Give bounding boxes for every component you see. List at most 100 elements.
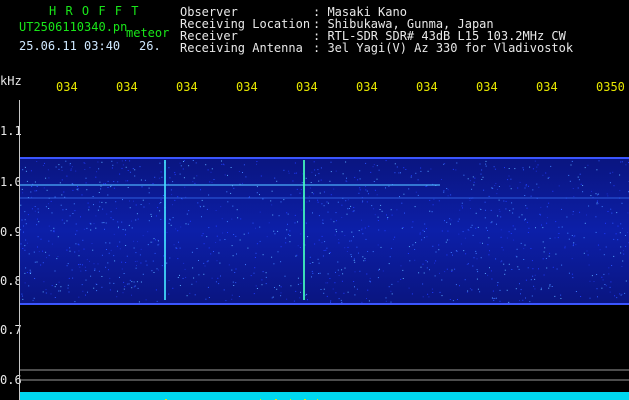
noise-speckle [140,204,142,205]
noise-speckle [192,267,194,269]
noise-speckle [423,231,425,232]
noise-speckle [549,285,551,287]
noise-speckle [89,260,90,262]
noise-speckle [414,249,416,250]
noise-speckle [96,290,98,292]
noise-speckle [429,199,431,201]
noise-speckle [210,171,212,173]
noise-speckle [185,277,187,278]
noise-speckle [327,282,329,284]
noise-speckle [72,213,74,214]
noise-speckle [186,213,188,215]
noise-speckle [280,295,282,297]
noise-speckle [475,250,477,252]
noise-speckle [443,163,445,165]
noise-speckle [625,164,627,166]
noise-speckle [597,244,599,246]
noise-speckle [365,189,367,191]
noise-speckle [69,215,71,217]
noise-speckle [87,202,89,204]
noise-speckle [21,188,23,190]
noise-speckle [439,291,441,293]
noise-speckle [294,222,296,224]
noise-speckle [490,209,492,211]
noise-speckle [361,201,363,203]
noise-speckle [191,283,193,285]
noise-speckle [105,242,107,244]
noise-speckle [226,221,228,223]
noise-speckle [218,283,220,285]
noise-speckle [317,169,319,171]
noise-speckle [20,204,22,206]
noise-speckle [160,219,162,220]
noise-speckle [67,287,69,289]
noise-speckle [409,260,411,262]
noise-speckle [504,269,506,271]
noise-speckle [405,169,407,170]
noise-speckle [598,160,600,162]
noise-speckle [254,257,256,258]
noise-speckle [621,266,623,267]
noise-speckle [566,216,568,218]
noise-speckle [44,162,45,164]
noise-speckle [23,225,24,227]
noise-speckle [54,286,56,288]
noise-speckle [482,176,484,178]
noise-speckle [40,238,42,240]
noise-speckle [373,181,375,182]
noise-speckle [207,260,209,262]
noise-speckle [59,290,61,292]
noise-speckle [531,295,533,297]
noise-speckle [65,208,67,210]
noise-speckle [338,298,340,300]
noise-speckle [289,230,291,232]
time-tick: 034 [416,80,438,94]
noise-speckle [461,202,463,204]
noise-speckle [492,298,494,300]
noise-speckle [161,265,163,267]
noise-speckle [573,196,575,198]
noise-speckle [435,251,437,253]
noise-speckle [112,164,114,166]
noise-speckle [374,189,376,191]
noise-speckle [101,276,103,277]
noise-speckle [228,264,230,266]
noise-speckle [166,232,168,233]
noise-speckle [342,173,344,175]
signal-strength-strip [20,392,629,400]
noise-speckle [506,289,508,291]
noise-speckle [607,211,609,212]
noise-speckle [317,201,319,203]
noise-speckle [387,218,388,220]
noise-speckle [540,214,541,216]
noise-speckle [400,265,402,267]
noise-speckle [315,174,316,176]
noise-speckle [422,229,424,231]
antenna-key: Receiving Antenna [180,41,303,55]
noise-speckle [107,194,109,196]
noise-speckle [311,276,312,278]
noise-speckle [337,269,339,271]
noise-speckle [368,193,369,195]
noise-speckle [344,267,346,269]
noise-speckle [24,245,26,247]
noise-speckle [531,260,533,262]
noise-speckle [305,222,307,224]
noise-speckle [504,273,506,275]
noise-speckle [335,271,336,273]
noise-speckle [609,182,611,184]
noise-speckle [265,272,267,274]
noise-speckle [627,212,629,214]
noise-speckle [168,280,170,281]
noise-speckle [34,181,36,183]
noise-speckle [140,248,142,250]
noise-speckle [30,170,32,172]
noise-speckle [129,171,131,173]
noise-speckle [125,180,127,182]
noise-speckle [131,227,133,229]
noise-speckle [314,169,316,171]
noise-speckle [140,281,142,283]
noise-speckle [471,289,473,291]
noise-speckle [598,203,600,205]
noise-speckle [601,287,603,289]
